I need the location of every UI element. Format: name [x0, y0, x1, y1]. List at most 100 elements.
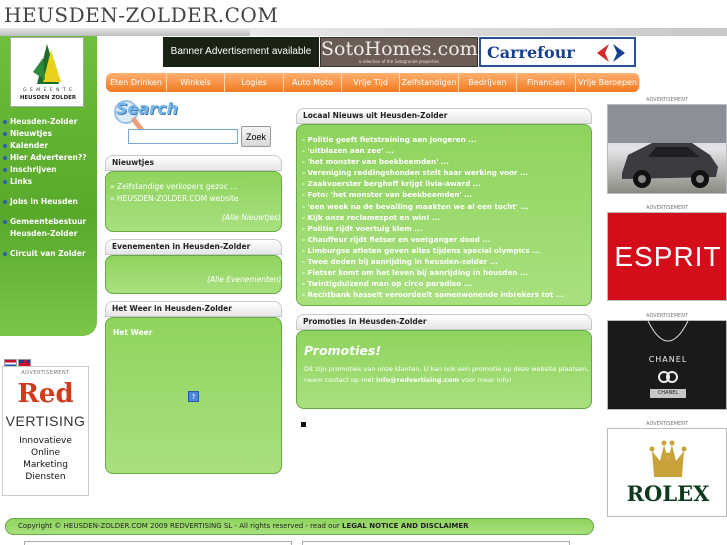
tab-vrije-beroepen[interactable]: Vrije Beroepen: [576, 73, 640, 92]
news-item[interactable]: - Twintigduizend man op circo paradiso .…: [302, 278, 564, 289]
search-title: Search: [116, 99, 178, 118]
tab-eten-drinken[interactable]: Eten Drinken: [106, 73, 167, 92]
sidebar-item-heusden-zolder[interactable]: Heusden-Zolder: [3, 116, 87, 128]
sidebar-item-label: Gemeentebestuur: [10, 217, 87, 226]
sidebar-item-circuit[interactable]: Circuit van Zolder: [3, 248, 87, 260]
news-item[interactable]: - Vereniging reddingshonden stelt haar w…: [302, 167, 564, 178]
promoties-email-link[interactable]: info@redvertising.com: [376, 376, 459, 384]
weer-label: Het Weer: [113, 328, 153, 337]
sidebar-item-label: Heusden-Zolder: [10, 117, 78, 126]
redvertising-ad[interactable]: ADVERTISEMENT Red VERTISING Innovatieve …: [2, 366, 89, 496]
tab-zelfstandigen[interactable]: Zelfstandigen: [400, 73, 459, 92]
promoties-header: Promoties in Heusden-Zolder: [296, 314, 592, 330]
ad-label: ADVERTISEMENT: [645, 313, 688, 319]
site-title[interactable]: HEUSDEN-ZOLDER.COM: [4, 3, 278, 27]
news-item[interactable]: - Twee doden bij aanrijding in heusden-z…: [302, 256, 564, 267]
news-item[interactable]: - Fietser komt om het leven bij aanrijdi…: [302, 267, 564, 278]
sidebar-item-label: Links: [10, 177, 33, 186]
list-item[interactable]: » Zelfstandige verkopers gezoc ...: [110, 181, 239, 193]
news-item[interactable]: - Kijk onze reclamespot en win! ...: [302, 212, 564, 223]
ad-line: Marketing: [23, 460, 68, 470]
bottom-panel-left: [24, 541, 292, 545]
ad-line: Online: [30, 448, 61, 458]
tab-winkels[interactable]: Winkels: [167, 73, 225, 92]
page: HEUSDEN-ZOLDER.COM G E M E E N T E HEUSD…: [0, 0, 727, 545]
legal-notice-link[interactable]: LEGAL NOTICE AND DISCLAIMER: [342, 522, 469, 530]
ad-label: ADVERTISEMENT: [645, 205, 688, 211]
all-evenementen-link[interactable]: (Alle Evenementen): [207, 275, 281, 284]
all-nieuwtjes-link[interactable]: (Alle Nieuwtjes): [222, 213, 281, 222]
sidebar-item-label: Kalender: [10, 141, 49, 150]
local-news-list: - Politie geeft fietstraining aan jonger…: [302, 134, 564, 300]
ad-line: Innovatieve: [19, 436, 72, 446]
banner-carrefour[interactable]: Carrefour: [479, 37, 636, 67]
weather-widget-icon[interactable]: ?: [188, 391, 199, 402]
news-item[interactable]: - Chauffeur rijdt fietser en voetganger …: [302, 234, 564, 245]
dot-icon: [3, 168, 7, 172]
dot-icon: [3, 156, 7, 160]
logo-text-gemeente: G E M E E N T E: [23, 88, 73, 93]
ad-word-red: Red: [17, 379, 74, 409]
news-item[interactable]: - Rechtbank hasselt veroordeelt samenwon…: [302, 289, 564, 300]
banner-sotohomes[interactable]: SotoHomes.com a selection of the Sotogra…: [320, 37, 478, 67]
tab-auto-moto[interactable]: Auto Moto: [284, 73, 342, 92]
news-item[interactable]: - 'uitblazen aan zee' ...: [302, 145, 564, 156]
chanel-ad[interactable]: CHANEL CHANEL: [607, 320, 727, 410]
dot-icon: [3, 120, 7, 124]
carrefour-logo-icon: [597, 44, 625, 62]
sidebar-item-label: Hier Adverteren??: [10, 153, 87, 162]
news-item[interactable]: - 'een week na de bevalling maakten we a…: [302, 201, 564, 212]
tab-financien[interactable]: Financien: [517, 73, 576, 92]
sidebar-item-label: Nieuwtjes: [10, 129, 52, 138]
header-band: [0, 28, 727, 36]
sidebar-item-links[interactable]: Links: [3, 176, 87, 188]
dot-icon: [3, 144, 7, 148]
news-item[interactable]: - Foto: 'het monster van beekbeemden' ..…: [302, 189, 564, 200]
rolex-ad[interactable]: ROLEX: [607, 428, 727, 517]
search-input[interactable]: [128, 129, 238, 144]
list-item[interactable]: » HEUSDEN-ZOLDER.COM website: [110, 193, 239, 205]
esprit-ad[interactable]: ESPRIT: [607, 212, 727, 301]
search-button[interactable]: Zoek: [241, 126, 271, 147]
dot-icon: [3, 132, 7, 136]
news-item[interactable]: - Limburgse atleten geven alles tijdens …: [302, 245, 564, 256]
ad-label: ADVERTISEMENT: [645, 97, 688, 103]
chanel-logo: CHANEL: [648, 355, 688, 364]
dot-icon: [3, 220, 7, 224]
sotohomes-subtitle: a selection of the Sotogrande properties: [358, 59, 440, 64]
sidebar-item-label: Inschrijven: [10, 165, 57, 174]
municipality-logo[interactable]: G E M E E N T E HEUSDEN ZOLDER: [10, 37, 84, 107]
crown-icon: [649, 440, 687, 477]
nieuwtjes-list: » Zelfstandige verkopers gezoc ... » HEU…: [110, 181, 239, 205]
sidebar-item-gemeentebestuur[interactable]: Gemeentebestuur: [3, 216, 87, 228]
ad-word-vertising: VERTISING: [5, 413, 86, 429]
news-item[interactable]: - Zaakvoerster berghoff krijgt livia-awa…: [302, 178, 564, 189]
news-item[interactable]: - 'het monster van beekbeemden' ...: [302, 156, 564, 167]
weer-header: Het Weer in Heusden-Zolder: [105, 301, 282, 317]
news-item[interactable]: - Politie geeft fietstraining aan jonger…: [302, 134, 564, 145]
sotohomes-title: SotoHomes.com: [321, 38, 478, 60]
footer-copyright: Copyright © HEUSDEN-ZOLDER.COM 2009 REDV…: [18, 522, 342, 530]
promoties-heading: Promoties!: [304, 343, 382, 358]
sidebar-item-hier-adverteren[interactable]: Hier Adverteren??: [3, 152, 87, 164]
local-news-header: Locaal Nieuws uit Heusden-Zolder: [296, 108, 592, 124]
news-item[interactable]: - Politie rijdt voertuig klem ...: [302, 223, 564, 234]
sidebar-item-kalender[interactable]: Kalender: [3, 140, 87, 152]
esprit-logo: ESPRIT: [614, 241, 722, 272]
dot-icon: [3, 200, 7, 204]
ad-label: ADVERTISEMENT: [645, 421, 688, 427]
sidebar-item-label: Jobs in Heusden: [10, 197, 78, 206]
tab-vrije-tijd[interactable]: Vrije Tijd: [342, 73, 400, 92]
sidebar-item-jobs[interactable]: Jobs in Heusden: [3, 196, 87, 208]
sidebar-item-inschrijven[interactable]: Inschrijven: [3, 164, 87, 176]
tab-bedrijven[interactable]: Bedrijven: [459, 73, 517, 92]
banner-available[interactable]: Banner Advertisement available: [163, 37, 319, 67]
top-navigation: Eten Drinken Winkels Logies Auto Moto Vr…: [106, 73, 640, 92]
tab-logies[interactable]: Logies: [225, 73, 284, 92]
footer: Copyright © HEUSDEN-ZOLDER.COM 2009 REDV…: [5, 518, 594, 535]
car-ad[interactable]: [607, 104, 727, 194]
sidebar-item-nieuwtjes[interactable]: Nieuwtjes: [3, 128, 87, 140]
sidebar-item-gemeentebestuur-2[interactable]: Heusden-Zolder: [3, 228, 87, 240]
ad-label: ADVERTISEMENT: [21, 370, 70, 376]
